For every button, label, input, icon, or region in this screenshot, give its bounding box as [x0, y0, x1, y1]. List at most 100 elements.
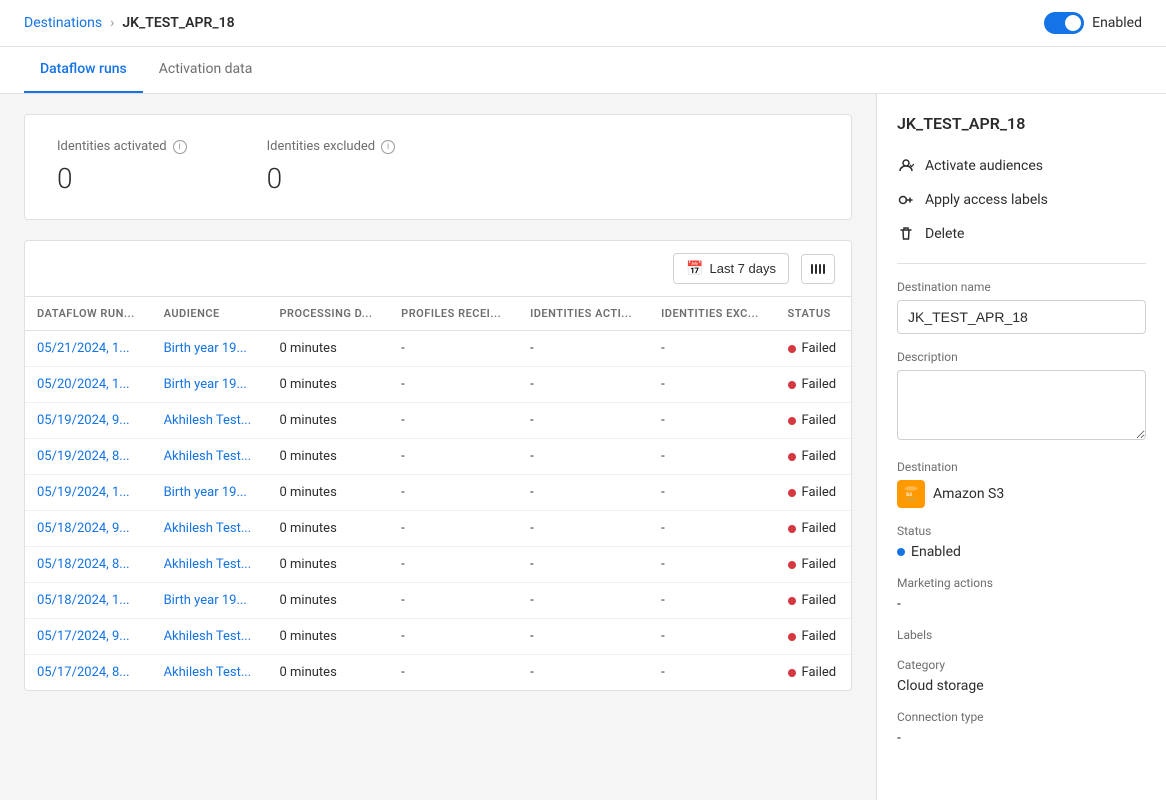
- identities-act-cell: -: [518, 367, 649, 403]
- run-cell[interactable]: 05/19/2024, 8...: [25, 439, 152, 475]
- delete-label: Delete: [925, 226, 964, 242]
- apply-access-labels-action[interactable]: Apply access labels: [897, 183, 1146, 217]
- processing-cell: 0 minutes: [267, 547, 389, 583]
- run-cell[interactable]: 05/18/2024, 1...: [25, 583, 152, 619]
- marketing-actions-label: Marketing actions: [897, 576, 1146, 590]
- breadcrumb-current: JK_TEST_APR_18: [122, 15, 234, 31]
- table-row: 05/19/2024, 8... Akhilesh Test... 0 minu…: [25, 439, 851, 475]
- destination-section: Destination S3 Amazon S3: [897, 460, 1146, 508]
- audience-cell[interactable]: Akhilesh Test...: [152, 655, 268, 691]
- breadcrumb-separator: ›: [110, 15, 114, 31]
- identities-exc-cell: -: [649, 511, 775, 547]
- column-settings-icon: [810, 261, 826, 277]
- identities-act-cell: -: [518, 655, 649, 691]
- table-row: 05/17/2024, 8... Akhilesh Test... 0 minu…: [25, 655, 851, 691]
- status-dot-failed: [788, 561, 796, 569]
- identities-act-cell: -: [518, 331, 649, 367]
- marketing-actions-value: -: [897, 596, 1146, 612]
- profiles-cell: -: [389, 583, 518, 619]
- identities-act-cell: -: [518, 475, 649, 511]
- identities-excluded-stat: Identities excluded i 0: [267, 139, 396, 195]
- identities-exc-cell: -: [649, 619, 775, 655]
- run-cell[interactable]: 05/18/2024, 8...: [25, 547, 152, 583]
- status-cell: Failed: [776, 619, 851, 655]
- stats-card: Identities activated i 0 Identities excl…: [24, 114, 852, 220]
- actions-list: Activate audiences Apply access labels: [897, 149, 1146, 251]
- audience-cell[interactable]: Birth year 19...: [152, 583, 268, 619]
- processing-cell: 0 minutes: [267, 367, 389, 403]
- run-cell[interactable]: 05/21/2024, 1...: [25, 331, 152, 367]
- run-cell[interactable]: 05/20/2024, 1...: [25, 367, 152, 403]
- divider-1: [897, 263, 1146, 264]
- identities-excluded-label: Identities excluded: [267, 139, 376, 154]
- audience-cell[interactable]: Akhilesh Test...: [152, 511, 268, 547]
- status-dot-failed: [788, 597, 796, 605]
- profiles-cell: -: [389, 367, 518, 403]
- profiles-cell: -: [389, 655, 518, 691]
- delete-action[interactable]: Delete: [897, 217, 1146, 251]
- status-dot-failed: [788, 381, 796, 389]
- run-cell[interactable]: 05/19/2024, 9...: [25, 403, 152, 439]
- identities-exc-cell: -: [649, 439, 775, 475]
- s3-icon: S3: [897, 480, 925, 508]
- dataflow-table: DATAFLOW RUN... AUDIENCE PROCESSING D...…: [25, 297, 851, 690]
- tab-activation-data[interactable]: Activation data: [143, 47, 269, 93]
- identities-exc-cell: -: [649, 403, 775, 439]
- activate-audiences-action[interactable]: Activate audiences: [897, 149, 1146, 183]
- enabled-toggle[interactable]: [1044, 12, 1084, 34]
- description-section: Description: [897, 350, 1146, 444]
- audience-cell[interactable]: Akhilesh Test...: [152, 619, 268, 655]
- run-cell[interactable]: 05/17/2024, 9...: [25, 619, 152, 655]
- connection-type-value: -: [897, 730, 1146, 746]
- date-filter-button[interactable]: 📅 Last 7 days: [673, 253, 789, 284]
- column-settings-button[interactable]: [801, 254, 835, 284]
- run-cell[interactable]: 05/18/2024, 9...: [25, 511, 152, 547]
- identities-activated-label: Identities activated: [57, 139, 167, 154]
- labels-label: Labels: [897, 628, 1146, 642]
- processing-cell: 0 minutes: [267, 403, 389, 439]
- status-text: Failed: [802, 629, 837, 644]
- audience-cell[interactable]: Birth year 19...: [152, 331, 268, 367]
- processing-cell: 0 minutes: [267, 475, 389, 511]
- col-header-audience: AUDIENCE: [152, 297, 268, 331]
- audience-cell[interactable]: Akhilesh Test...: [152, 439, 268, 475]
- category-label: Category: [897, 658, 1146, 672]
- destination-name-input[interactable]: [897, 300, 1146, 334]
- audience-cell[interactable]: Birth year 19...: [152, 367, 268, 403]
- status-text: Failed: [802, 521, 837, 536]
- identities-excluded-info-icon[interactable]: i: [381, 140, 395, 154]
- audience-cell[interactable]: Birth year 19...: [152, 475, 268, 511]
- status-cell: Failed: [776, 583, 851, 619]
- profiles-cell: -: [389, 547, 518, 583]
- status-dot-failed: [788, 633, 796, 641]
- identities-exc-cell: -: [649, 655, 775, 691]
- identities-exc-cell: -: [649, 583, 775, 619]
- status-text: Failed: [802, 413, 837, 428]
- tab-dataflow-runs[interactable]: Dataflow runs: [24, 47, 143, 93]
- identities-exc-cell: -: [649, 547, 775, 583]
- date-filter-label: Last 7 days: [710, 261, 777, 276]
- destination-row: S3 Amazon S3: [897, 480, 1146, 508]
- run-cell[interactable]: 05/19/2024, 1...: [25, 475, 152, 511]
- profiles-cell: -: [389, 403, 518, 439]
- description-textarea[interactable]: [897, 370, 1146, 440]
- col-header-processing: PROCESSING D...: [267, 297, 389, 331]
- status-cell: Failed: [776, 439, 851, 475]
- status-cell: Failed: [776, 655, 851, 691]
- identities-act-cell: -: [518, 403, 649, 439]
- run-cell[interactable]: 05/17/2024, 8...: [25, 655, 152, 691]
- status-value: Enabled: [911, 544, 961, 560]
- status-text: Failed: [802, 665, 837, 680]
- status-value-row: Enabled: [897, 544, 1146, 560]
- identities-activated-value: 0: [57, 162, 187, 195]
- status-text: Failed: [802, 593, 837, 608]
- table-section: 📅 Last 7 days: [24, 240, 852, 691]
- col-header-status: STATUS: [776, 297, 851, 331]
- key-icon: [897, 191, 915, 209]
- identities-act-cell: -: [518, 619, 649, 655]
- breadcrumb-parent[interactable]: Destinations: [24, 15, 102, 31]
- identities-act-cell: -: [518, 511, 649, 547]
- audience-cell[interactable]: Akhilesh Test...: [152, 403, 268, 439]
- audience-cell[interactable]: Akhilesh Test...: [152, 547, 268, 583]
- identities-activated-info-icon[interactable]: i: [173, 140, 187, 154]
